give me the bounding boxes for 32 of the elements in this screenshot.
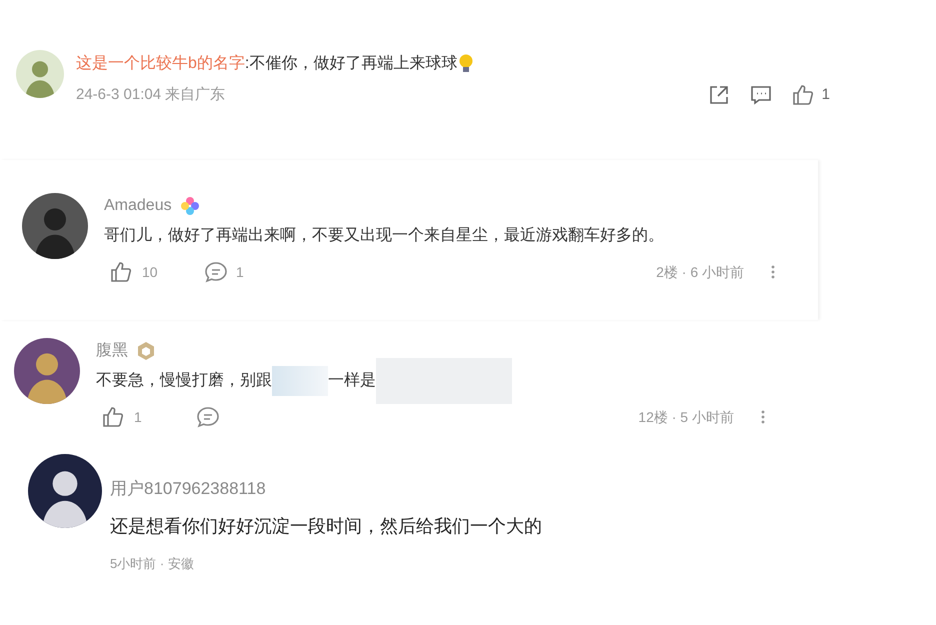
redaction-blur [272,366,328,396]
comment-text: 还是想看你们好好沉淀一段时间，然后给我们一个大的 [110,514,542,538]
more-icon[interactable] [760,410,766,424]
flower-badge-icon [180,196,200,216]
comment-text: 不要急，慢慢打磨，别跟 [96,370,272,391]
username[interactable]: Amadeus [104,194,172,218]
share-icon[interactable] [708,84,730,106]
comment-icon[interactable] [750,84,772,106]
username-link[interactable]: 这是一个比较牛b的名字 [76,52,245,76]
hexagon-badge-icon [136,341,156,361]
avatar [16,50,64,98]
reply-count: 1 [236,262,244,282]
timestamp: 24-6-3 01:04 来自广东 [76,85,226,105]
more-icon[interactable] [770,265,776,279]
thumbs-up-icon[interactable] [792,84,814,106]
timestamp: 5小时前 · 安徽 [110,555,195,573]
lightbulb-icon [457,53,476,75]
separator-text: : [244,54,250,74]
like-count: 10 [142,262,158,282]
like-count: 1 [822,85,830,105]
comment-text: 哥们儿，做好了再端出来啊，不要又出现一个来自星尘，最近游戏翻车好多的。 [104,226,664,246]
floor-and-time: 12楼 · 5 小时前 [638,408,734,426]
username[interactable]: 腹黑 [96,339,128,363]
like-count: 1 [134,408,142,426]
comment-text: 不催你，做好了再端上来球球 [249,54,458,74]
thumbs-up-icon[interactable] [110,261,132,283]
comment-text: 一样是 [328,371,376,391]
floor-and-time: 2楼 · 6 小时前 [656,262,744,282]
username[interactable]: 用户8107962388118 [110,476,542,506]
comment-icon[interactable] [196,406,220,428]
comment-icon[interactable] [204,261,228,283]
thumbs-up-icon[interactable] [102,406,124,428]
